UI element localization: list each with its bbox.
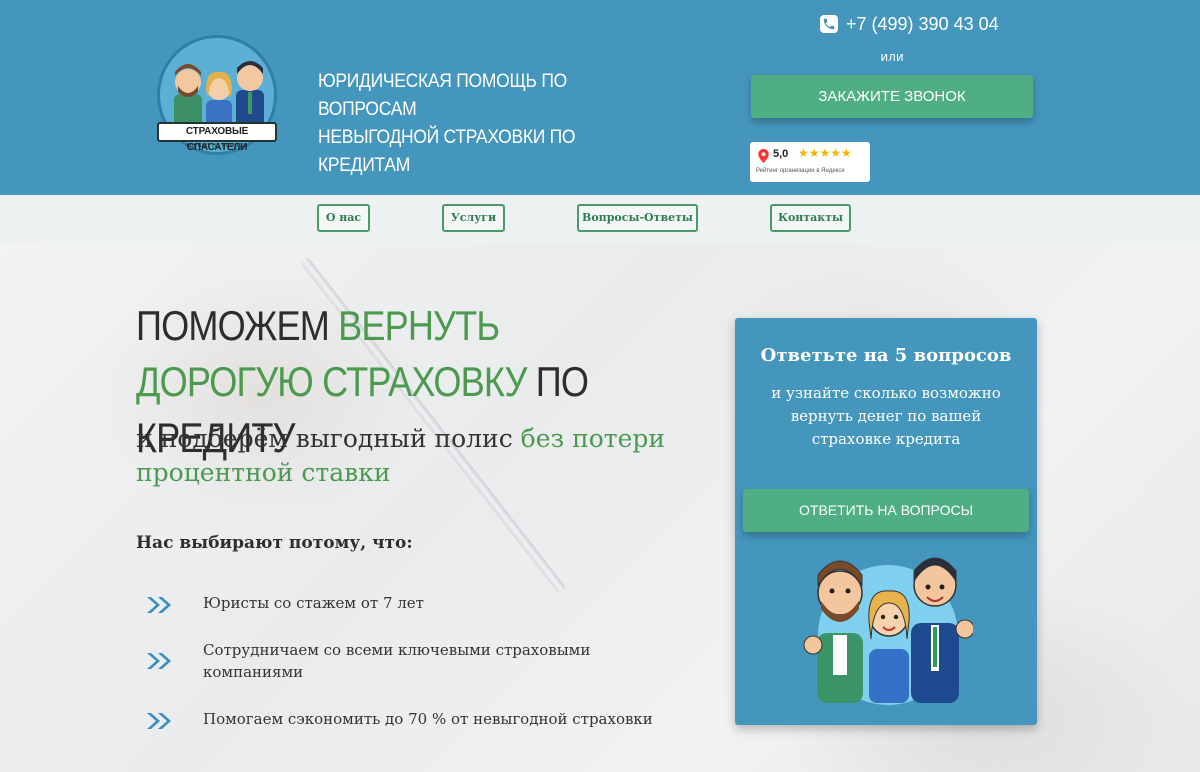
- phone-number: +7 (499) 390 43 04: [846, 13, 999, 34]
- hero-subtitle: и подберём выгодный полис без потери про…: [136, 422, 676, 490]
- or-label: или: [880, 50, 904, 64]
- header-title-line1: ЮРИДИЧЕСКАЯ ПОМОЩЬ ПО ВОПРОСАМ: [318, 71, 567, 120]
- main-nav: О нас Услуги Вопросы-Ответы Контакты: [0, 195, 1200, 243]
- quiz-title: Ответьте на 5 вопросов: [760, 345, 1012, 366]
- rating-caption: Рейтинг организации в Яндексе: [756, 168, 845, 174]
- logo-tagline: спешат на помощь: [186, 142, 248, 149]
- benefit-text: Сотрудничаем со всеми ключевыми страховы…: [203, 641, 591, 681]
- benefit-text: Помогаем сэкономить до 70 % от невыгодно…: [203, 710, 653, 728]
- hero-title-part1: ПОМОЖЕМ: [136, 302, 339, 349]
- benefit-item: Сотрудничаем со всеми ключевыми страховы…: [145, 639, 590, 681]
- phone-icon: [820, 15, 838, 33]
- rating-score: 5,0: [773, 148, 789, 160]
- benefit-item: Помогаем сэкономить до 70 % от невыгодно…: [145, 708, 653, 732]
- nav-item-about[interactable]: О нас: [317, 204, 370, 232]
- nav-item-contacts[interactable]: Контакты: [770, 204, 851, 232]
- header-title-line2: НЕВЫГОДНОЙ СТРАХОВКИ ПО КРЕДИТАМ: [318, 127, 576, 176]
- benefit-item: Юристы со стажем от 7 лет: [145, 592, 424, 616]
- quiz-card: Ответьте на 5 вопросов и узнайте сколько…: [735, 318, 1037, 725]
- benefit-text: Юристы со стажем от 7 лет: [203, 594, 424, 612]
- logo-text: СТРАХОВЫЕ СПАСАТЕЛИ: [157, 122, 277, 153]
- benefits-heading: Нас выбирают потому, что:: [136, 533, 413, 553]
- quiz-subtitle: и узнайте сколько возможно вернуть денег…: [771, 384, 1001, 448]
- nav-item-faq[interactable]: Вопросы-Ответы: [577, 204, 698, 232]
- header-title: ЮРИДИЧЕСКАЯ ПОМОЩЬ ПО ВОПРОСАМ НЕВЫГОДНО…: [318, 68, 631, 180]
- double-chevron-icon: [147, 597, 171, 613]
- nav-item-services[interactable]: Услуги: [442, 204, 505, 232]
- yandex-rating-badge[interactable]: 5,0 ★★★★★ Рейтинг организации в Яндексе: [750, 142, 870, 182]
- rating-stars-icon: ★★★★★: [798, 146, 852, 160]
- map-pin-icon: [758, 149, 769, 163]
- phone-link[interactable]: +7 (499) 390 43 04: [820, 12, 999, 36]
- site-header: СТРАХОВЫЕ СПАСАТЕЛИ спешат на помощь ЮРИ…: [0, 0, 1200, 195]
- mascots-illustration: [803, 557, 973, 705]
- answer-questions-button[interactable]: ОТВЕТИТЬ НА ВОПРОСЫ: [743, 489, 1029, 532]
- order-call-button[interactable]: ЗАКАЖИТЕ ЗВОНОК: [751, 75, 1033, 118]
- double-chevron-icon: [147, 653, 171, 669]
- hero-subtitle-part1: и подберём выгодный полис: [136, 424, 521, 453]
- double-chevron-icon: [147, 713, 171, 729]
